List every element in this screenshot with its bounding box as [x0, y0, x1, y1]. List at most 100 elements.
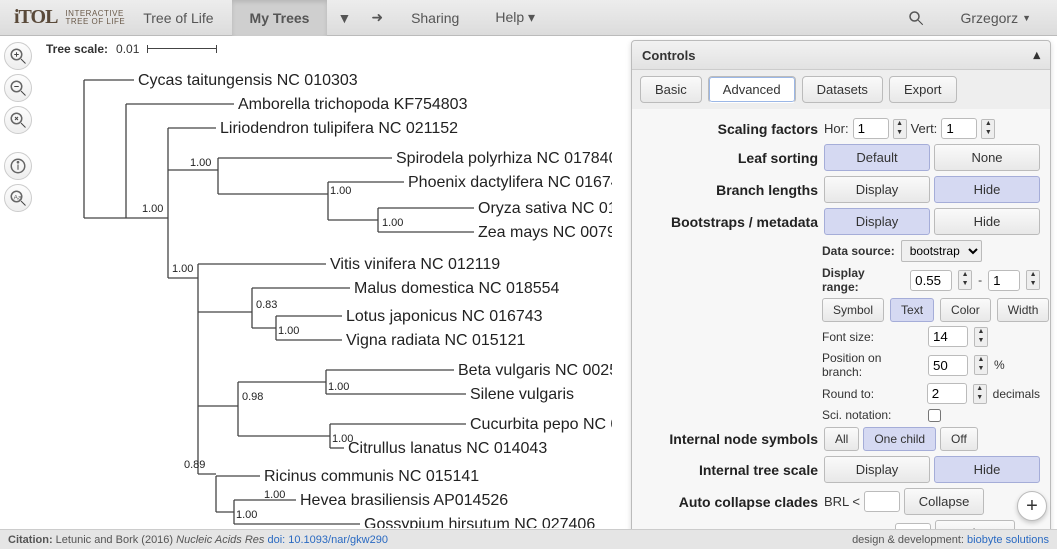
svg-text:Amborella trichopoda KF754803: Amborella trichopoda KF754803	[238, 96, 468, 113]
nav-my-trees[interactable]: My Trees	[232, 0, 328, 36]
range-lo-stepper[interactable]: ▲▼	[958, 270, 972, 290]
roundto-label: Round to:	[822, 387, 921, 401]
scinot-checkbox[interactable]	[928, 409, 941, 422]
svg-text:Citrullus lanatus NC 014043: Citrullus lanatus NC 014043	[348, 440, 547, 457]
nav-dropdown-icon[interactable]: ▼	[327, 0, 361, 36]
svg-text:0.89: 0.89	[184, 459, 205, 471]
controls-header[interactable]: Controls ▴	[632, 41, 1050, 70]
fontsize-input[interactable]	[928, 326, 968, 347]
boot-display-button[interactable]: Display	[824, 208, 930, 235]
roundto-stepper[interactable]: ▲▼	[973, 384, 987, 404]
nav-sharing[interactable]: Sharing	[393, 0, 477, 36]
disp-text-button[interactable]: Text	[890, 298, 934, 322]
leaf-sorting-label: Leaf sorting	[642, 150, 818, 166]
leafsort-default-button[interactable]: Default	[824, 144, 930, 171]
phylo-tree[interactable]: Cycas taitungensis NC 010303 Amborella tr…	[38, 58, 612, 528]
svg-text:Zea mays NC 00798: Zea mays NC 00798	[478, 224, 612, 241]
zoom-out-icon[interactable]	[4, 74, 32, 102]
data-source-label: Data source:	[822, 244, 895, 258]
range-hi-stepper[interactable]: ▲▼	[1026, 270, 1040, 290]
svg-text:Malus domestica NC 018554: Malus domestica NC 018554	[354, 280, 560, 297]
autocol-label: Auto collapse clades	[642, 494, 818, 510]
svg-text:Phoenix dactylifera NC 016740: Phoenix dactylifera NC 016740	[408, 174, 612, 191]
disp-color-button[interactable]: Color	[940, 298, 991, 322]
scale-bar-icon	[147, 45, 217, 53]
svg-text:1.00: 1.00	[142, 203, 163, 215]
svg-text:Ricinus communis NC 015141: Ricinus communis NC 015141	[264, 468, 479, 485]
fontsize-stepper[interactable]: ▲▼	[974, 327, 988, 347]
tab-export[interactable]: Export	[889, 76, 957, 103]
tab-datasets[interactable]: Datasets	[802, 76, 883, 103]
boot-hide-button[interactable]: Hide	[934, 208, 1040, 235]
intscale-display-button[interactable]: Display	[824, 456, 930, 483]
svg-text:Aa: Aa	[14, 195, 23, 202]
range-hi-input[interactable]	[988, 270, 1020, 291]
tab-advanced[interactable]: Advanced	[708, 76, 796, 103]
zoom-in-icon[interactable]	[4, 42, 32, 70]
leafsort-none-button[interactable]: None	[934, 144, 1040, 171]
branch-lengths-label: Branch lengths	[642, 182, 818, 198]
tab-basic[interactable]: Basic	[640, 76, 702, 103]
brlen-display-button[interactable]: Display	[824, 176, 930, 203]
svg-text:1.00: 1.00	[382, 217, 403, 229]
bootstraps-label: Bootstraps / metadata	[642, 214, 818, 230]
hor-stepper[interactable]: ▲▼	[893, 119, 907, 139]
svg-text:0.83: 0.83	[256, 299, 277, 311]
doi-link[interactable]: doi: 10.1093/nar/gkw290	[267, 534, 388, 546]
svg-text:Spirodela polyrhiza NC 017840: Spirodela polyrhiza NC 017840	[396, 150, 612, 167]
svg-text:1.00: 1.00	[172, 263, 193, 275]
svg-text:Beta vulgaris NC 00251: Beta vulgaris NC 00251	[458, 362, 612, 379]
svg-text:Lotus japonicus NC 016743: Lotus japonicus NC 016743	[346, 308, 543, 325]
zoom-fit-icon[interactable]	[4, 106, 32, 134]
brlen-hide-button[interactable]: Hide	[934, 176, 1040, 203]
svg-text:1.00: 1.00	[190, 157, 211, 169]
data-source-select[interactable]: bootstrap	[901, 240, 982, 262]
svg-text:1.00: 1.00	[278, 325, 299, 337]
svg-text:Gossypium hirsutum NC 027406: Gossypium hirsutum NC 027406	[364, 516, 595, 528]
roundto-input[interactable]	[927, 383, 967, 404]
disp-width-button[interactable]: Width	[997, 298, 1050, 322]
tree-scale: Tree scale: 0.01	[38, 40, 612, 58]
posbranch-input[interactable]	[928, 355, 968, 376]
posbranch-label: Position on branch:	[822, 351, 922, 379]
intsym-off-button[interactable]: Off	[940, 427, 978, 451]
vert-stepper[interactable]: ▲▼	[981, 119, 995, 139]
info-icon[interactable]	[4, 152, 32, 180]
credit-link[interactable]: biobyte solutions	[967, 534, 1049, 546]
vert-scale-input[interactable]	[941, 118, 977, 139]
add-fab-icon[interactable]: +	[1017, 491, 1047, 521]
intscale-hide-button[interactable]: Hide	[934, 456, 1040, 483]
brl-input[interactable]	[864, 491, 900, 512]
nav-forward-icon[interactable]: ➜	[361, 0, 393, 36]
intsym-all-button[interactable]: All	[824, 427, 859, 451]
top-nav: iTOL InteractiveTree Of Life Tree of Lif…	[0, 0, 1057, 36]
font-icon[interactable]: Aa	[4, 184, 32, 212]
chevron-up-icon[interactable]: ▴	[1033, 47, 1040, 63]
svg-text:1.00: 1.00	[236, 509, 257, 521]
user-menu[interactable]: Grzegorz▼	[943, 0, 1050, 36]
intsym-onechild-button[interactable]: One child	[863, 427, 936, 451]
controls-tabs: Basic Advanced Datasets Export	[632, 70, 1050, 109]
svg-text:Vitis vinifera NC 012119: Vitis vinifera NC 012119	[330, 256, 500, 273]
nav-help[interactable]: Help ▾	[477, 0, 553, 36]
nav-tree-of-life[interactable]: Tree of Life	[125, 0, 231, 36]
collapse-button[interactable]: Collapse	[904, 488, 984, 515]
logo: iTOL	[8, 6, 63, 29]
search-icon[interactable]	[889, 0, 943, 36]
svg-text:1.00: 1.00	[264, 489, 285, 501]
hor-scale-input[interactable]	[853, 118, 889, 139]
tree-view[interactable]: Tree scale: 0.01 Cycas taitungensis NC 0…	[38, 40, 612, 530]
svg-text:0.98: 0.98	[242, 391, 263, 403]
scinot-label: Sci. notation:	[822, 408, 922, 422]
intsym-label: Internal node symbols	[642, 431, 818, 447]
disp-symbol-button[interactable]: Symbol	[822, 298, 884, 322]
controls-body: Scaling factors Hor: ▲▼ Vert: ▲▼ Leaf so…	[632, 109, 1050, 539]
range-lo-input[interactable]	[910, 270, 952, 291]
svg-text:1.00: 1.00	[332, 433, 353, 445]
svg-text:Cycas taitungensis NC 010303: Cycas taitungensis NC 010303	[138, 72, 358, 89]
svg-text:1.00: 1.00	[328, 381, 349, 393]
svg-text:Liriodendron tulipifera NC 021: Liriodendron tulipifera NC 021152	[220, 120, 458, 137]
posbranch-stepper[interactable]: ▲▼	[974, 355, 988, 375]
svg-text:Oryza sativa NC 0110: Oryza sativa NC 0110	[478, 200, 612, 217]
svg-text:Cucurbita pepo NC 0: Cucurbita pepo NC 0	[470, 416, 612, 433]
